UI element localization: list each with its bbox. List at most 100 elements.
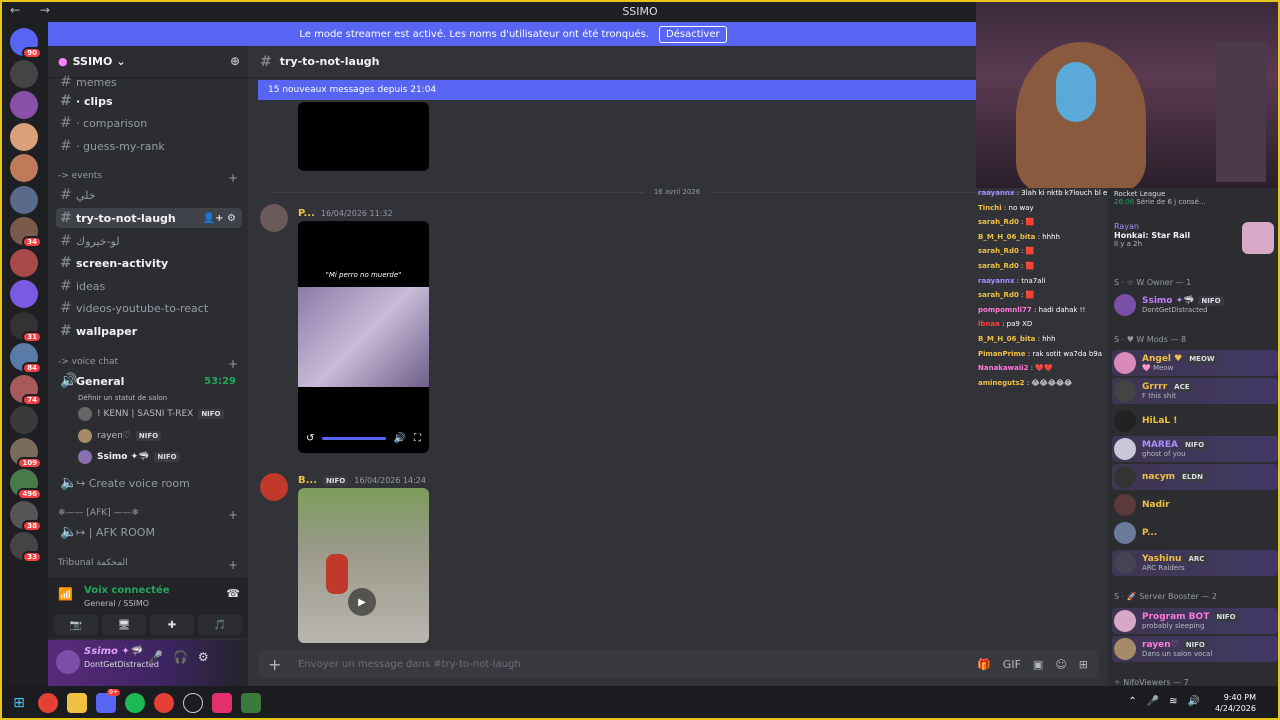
server-icon[interactable]: 84 bbox=[10, 343, 42, 374]
wifi-icon[interactable]: ≋ bbox=[1169, 696, 1177, 707]
fullscreen-icon[interactable]: ⛶ bbox=[414, 433, 421, 444]
activities-icon[interactable]: ✚ bbox=[150, 615, 194, 635]
avatar[interactable] bbox=[56, 650, 80, 674]
replay-icon[interactable]: ↺ bbox=[306, 433, 314, 444]
mic-icon[interactable]: 🎤 bbox=[1147, 696, 1159, 707]
member-item[interactable]: Angel ♥ MEOW 🩷 Meow bbox=[1112, 350, 1278, 376]
server-icon[interactable] bbox=[10, 91, 38, 119]
windows-start-icon[interactable]: ⊞ bbox=[9, 693, 29, 713]
voice-status[interactable]: Voix connectée bbox=[84, 585, 170, 596]
voice-user[interactable]: Ssimo ✦🦈 NIFO bbox=[78, 448, 180, 466]
avatar[interactable] bbox=[260, 473, 288, 501]
server-icon[interactable]: 74 bbox=[10, 374, 42, 406]
obs-icon[interactable] bbox=[183, 693, 203, 713]
voice-user[interactable]: rayen♡ NIFO bbox=[78, 427, 162, 445]
server-icon[interactable] bbox=[10, 122, 38, 151]
member-item[interactable]: P... bbox=[1112, 520, 1278, 546]
avatar[interactable] bbox=[260, 204, 288, 232]
server-icon[interactable] bbox=[10, 248, 38, 277]
folder-icon[interactable] bbox=[67, 693, 87, 713]
chevron-up-icon[interactable]: ⌃ bbox=[1128, 696, 1136, 707]
chrome-icon[interactable] bbox=[38, 693, 58, 713]
apps-icon[interactable]: ⊞ bbox=[1079, 658, 1088, 671]
mic-icon[interactable]: 🎤 bbox=[148, 650, 163, 664]
add-channel-icon[interactable]: + bbox=[228, 171, 238, 185]
member-item[interactable]: Program BOT NIFO probably sleeping bbox=[1112, 608, 1278, 634]
category-tribunal[interactable]: Tribunal المحكمة + bbox=[58, 558, 238, 572]
category-afk[interactable]: ❄—— [AFK] ——❄ + bbox=[58, 508, 238, 522]
volume-icon[interactable]: 🔊 bbox=[1188, 696, 1200, 707]
new-messages-bar[interactable]: 15 nouveaux messages depuis 21:04 bbox=[258, 80, 978, 100]
add-channel-icon[interactable]: + bbox=[228, 508, 238, 522]
voice-user[interactable]: ! KENN | SASNI T-REX NIFO bbox=[78, 405, 224, 423]
member-item[interactable]: Nadir bbox=[1112, 492, 1278, 518]
gif-icon[interactable]: GIF bbox=[1003, 658, 1021, 671]
server-icon[interactable] bbox=[10, 280, 38, 308]
app-icon[interactable] bbox=[212, 693, 232, 713]
category-voice[interactable]: -> voice chat + bbox=[58, 357, 238, 371]
member-item[interactable]: Grrrr ACE F this shit bbox=[1112, 378, 1278, 404]
video-attachment[interactable]: ▶ bbox=[298, 488, 429, 643]
app-icon[interactable] bbox=[241, 693, 261, 713]
server-icon[interactable]: 31 bbox=[10, 311, 42, 343]
member-item[interactable]: Ssimo ✦🦈 NIFO DontGetDistracted bbox=[1112, 292, 1278, 318]
add-channel-icon[interactable]: + bbox=[228, 357, 238, 371]
soundboard-icon[interactable]: 🎵 bbox=[198, 615, 242, 635]
add-attachment-icon[interactable]: + bbox=[268, 655, 281, 674]
discord-icon[interactable]: 9+ bbox=[96, 689, 120, 713]
channel-screen-activity[interactable]: # screen-activity bbox=[56, 253, 242, 273]
channel-try-to-not-laugh[interactable]: # try-to-not-laugh 👤+ ⚙ bbox=[56, 208, 242, 228]
camera-off-icon[interactable]: 📷 bbox=[54, 615, 98, 635]
gear-icon[interactable]: ⚙ bbox=[198, 650, 209, 664]
create-voice-room[interactable]: 🔈 ↪ Create voice room bbox=[56, 473, 242, 493]
play-icon[interactable]: ▶ bbox=[348, 588, 376, 616]
headphones-icon[interactable]: 🎧 bbox=[173, 650, 188, 664]
channel-memes[interactable]: # memes bbox=[56, 72, 242, 92]
server-icon[interactable] bbox=[10, 59, 38, 88]
channel-comparison[interactable]: # · comparison bbox=[56, 113, 242, 133]
server-icon[interactable]: 496 bbox=[10, 469, 42, 500]
server-icon[interactable]: 33 bbox=[10, 532, 42, 563]
channel-wallpaper[interactable]: # wallpaper bbox=[56, 321, 242, 341]
channel-ideas[interactable]: # ideas bbox=[56, 276, 242, 296]
server-icon[interactable]: 34 bbox=[10, 217, 42, 248]
member-item[interactable]: rayen♡ NIFO Dans un salon vocal bbox=[1112, 636, 1278, 662]
message-author[interactable]: B... bbox=[298, 475, 317, 486]
activity-card[interactable]: Rocket League 26:06 Série de 6 j consé..… bbox=[1114, 190, 1206, 206]
channel-videos[interactable]: # videos-youtube-to-react bbox=[56, 298, 242, 318]
message-author[interactable]: P... bbox=[298, 208, 315, 219]
nav-arrows[interactable]: ← → bbox=[10, 3, 58, 17]
member-item[interactable]: Yashinu ARC ARC Raiders bbox=[1112, 550, 1278, 576]
server-icon[interactable] bbox=[10, 185, 38, 214]
afk-room[interactable]: 🔈 ↦ | AFK ROOM bbox=[56, 522, 242, 542]
screen-share-icon[interactable]: 🖥 bbox=[102, 615, 146, 635]
server-icon[interactable]: 38 bbox=[10, 500, 42, 532]
voice-channel-general[interactable]: 🔊 General 53:29 bbox=[56, 371, 242, 391]
category-events[interactable]: -> events + bbox=[58, 171, 238, 185]
activity-card[interactable]: Rayan Honkai: Star Rail Il y a 2h bbox=[1114, 222, 1274, 254]
channel-event-1[interactable]: # خلي bbox=[56, 185, 242, 205]
channel-guess-my-rank[interactable]: # · guess-my-rank bbox=[56, 136, 242, 156]
server-icon[interactable] bbox=[10, 154, 38, 182]
chrome-icon[interactable] bbox=[154, 693, 174, 713]
volume-slider[interactable] bbox=[322, 437, 386, 440]
video-attachment-prev[interactable] bbox=[298, 102, 429, 171]
member-item[interactable]: HiLaL ! bbox=[1112, 408, 1278, 434]
video-attachment[interactable]: "Mi perro no muerde" ↺ 🔊 ⛶ bbox=[298, 221, 429, 453]
disconnect-icon[interactable]: ☎ bbox=[226, 587, 240, 600]
add-channel-icon[interactable]: + bbox=[228, 558, 238, 572]
server-icon[interactable]: 109 bbox=[10, 437, 42, 469]
server-icon[interactable]: 90 bbox=[10, 28, 42, 59]
invite-icon[interactable]: ⊕ bbox=[230, 54, 240, 68]
channel-settings-icon[interactable]: 👤+ ⚙ bbox=[203, 213, 236, 224]
member-item[interactable]: nacym ELDN bbox=[1112, 464, 1278, 490]
volume-icon[interactable]: 🔊 bbox=[394, 433, 406, 444]
spotify-icon[interactable] bbox=[125, 693, 145, 713]
disable-streamer-button[interactable]: Désactiver bbox=[659, 25, 727, 43]
server-icon[interactable] bbox=[10, 406, 38, 434]
channel-event-3[interactable]: # لو-خيروك bbox=[56, 231, 242, 251]
message-input[interactable]: + Envoyer un message dans #try-to-not-la… bbox=[258, 650, 1098, 678]
gift-icon[interactable]: 🎁 bbox=[977, 658, 991, 671]
member-item[interactable]: MAREA NIFO ghost of you bbox=[1112, 436, 1278, 462]
clock[interactable]: 9:40 PM 4/24/2026 bbox=[1215, 692, 1256, 714]
